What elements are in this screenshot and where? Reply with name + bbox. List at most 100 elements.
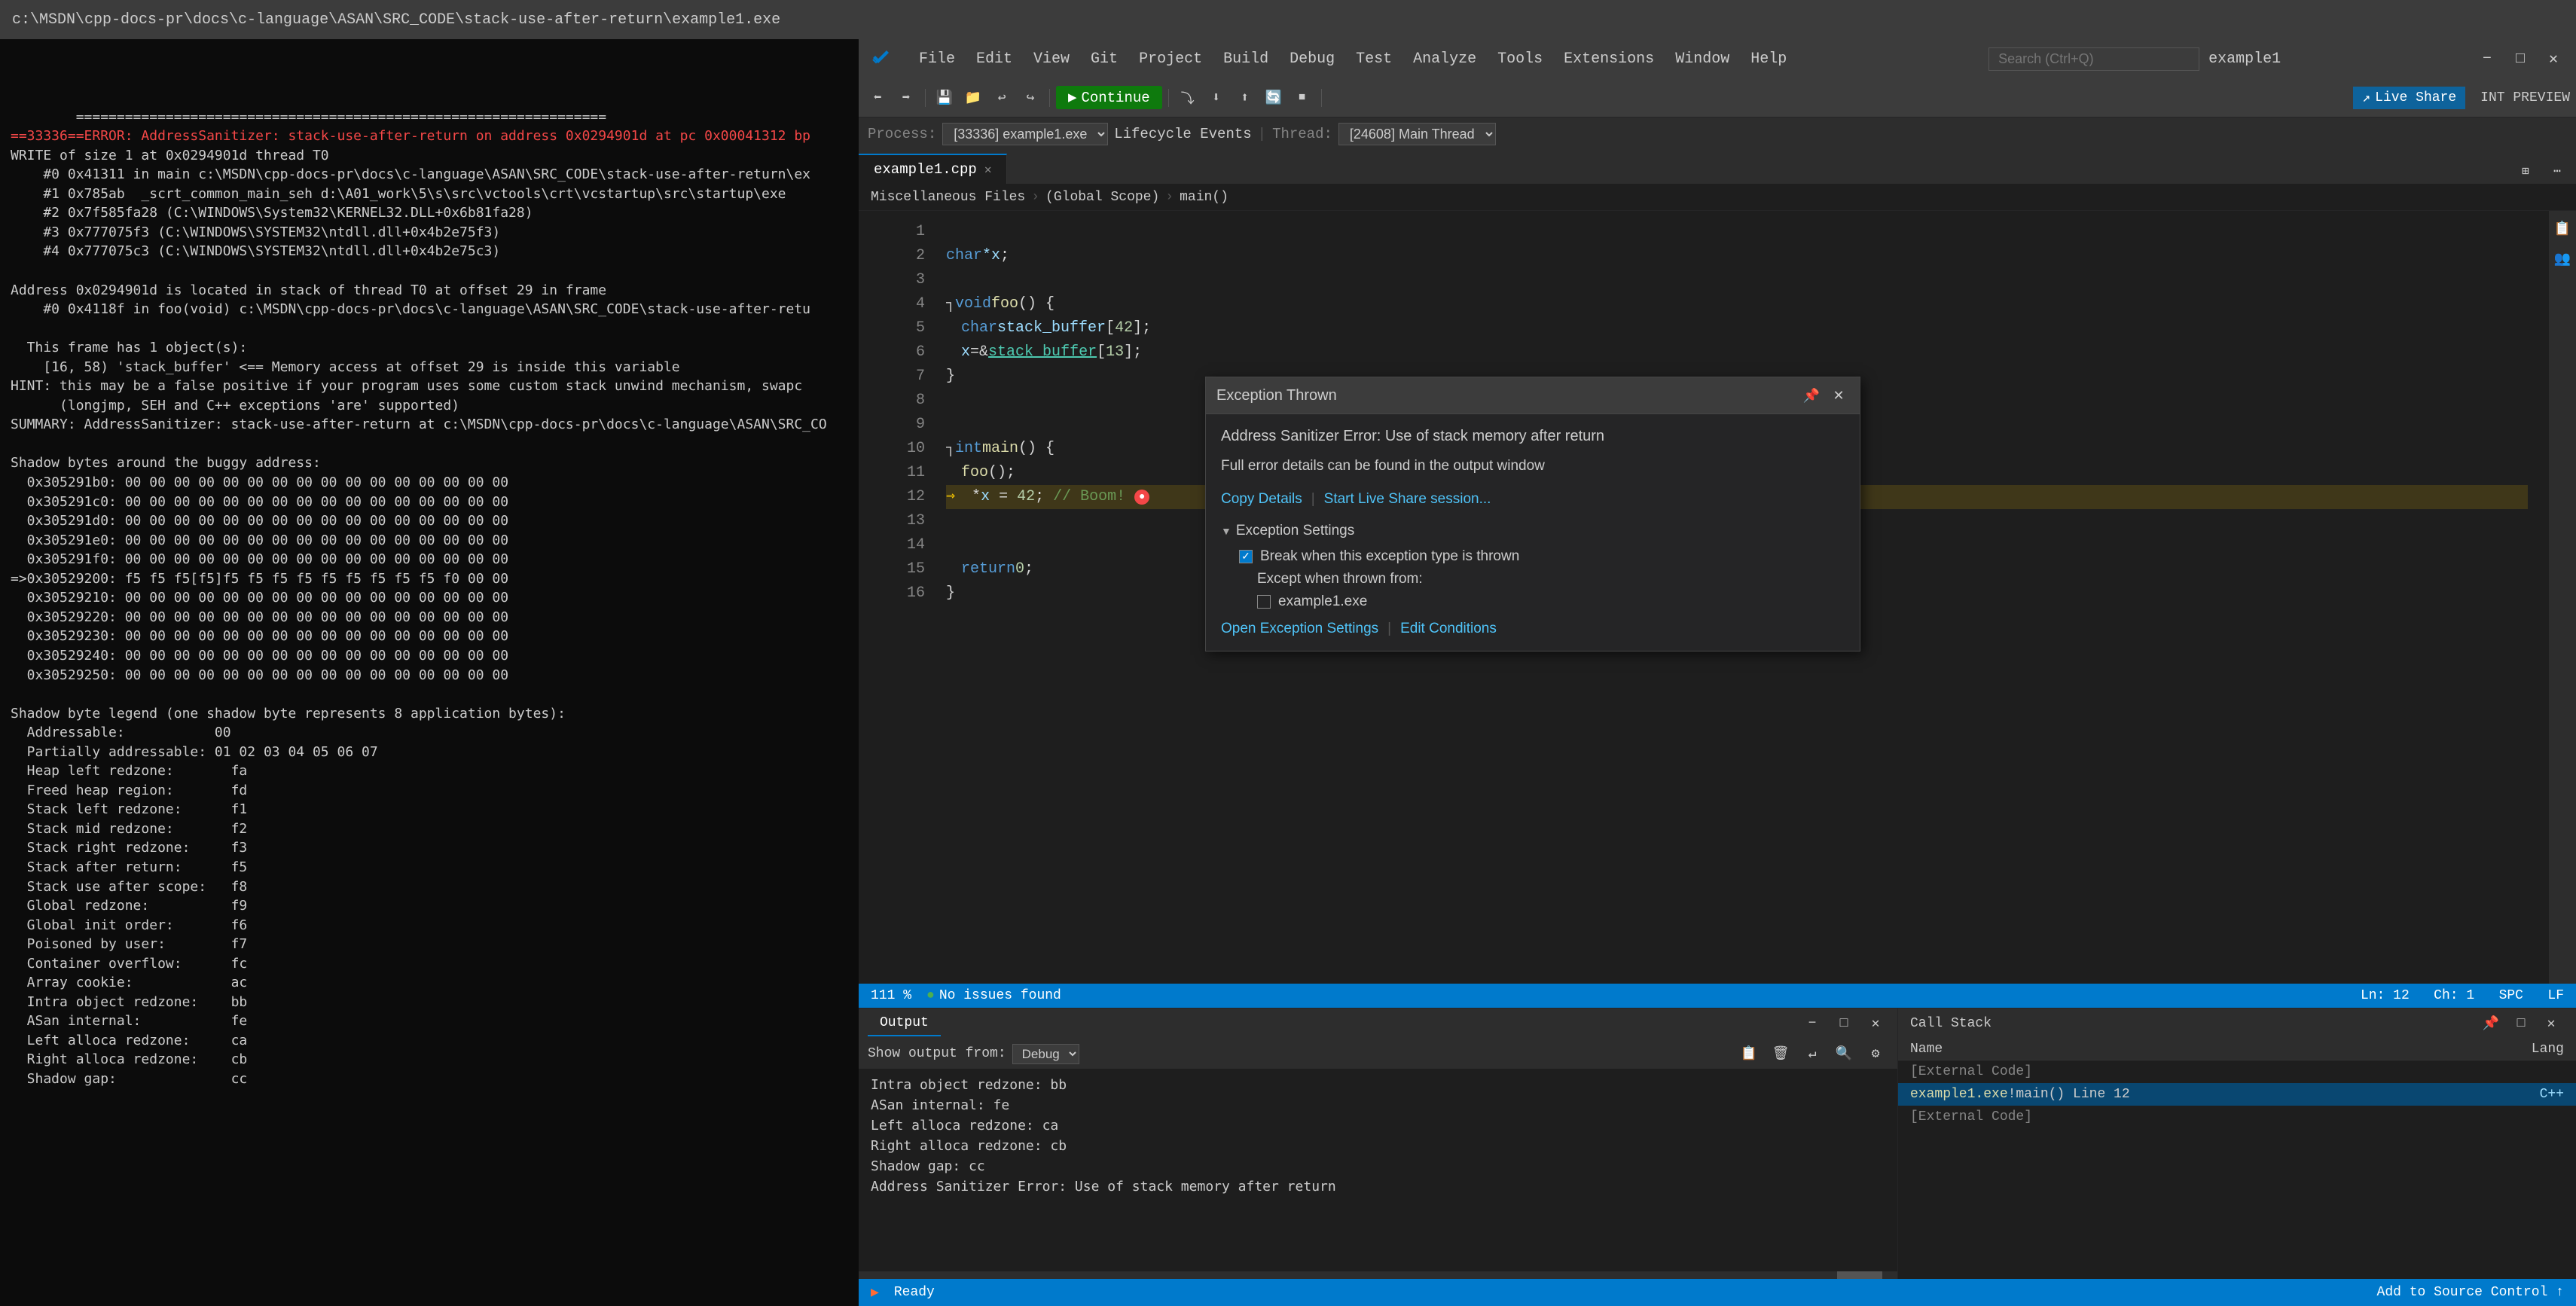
search-input[interactable]	[1988, 47, 2199, 71]
terminal-panel: ========================================…	[0, 39, 859, 1306]
code-line-1	[946, 220, 2528, 244]
debug-bar: Process: [33336] example1.exe Lifecycle …	[859, 117, 2576, 151]
popup-close-button[interactable]: ✕	[1828, 385, 1849, 406]
output-panel-tab-bar: Output − □ ✕	[859, 1008, 1897, 1039]
close-button[interactable]: ✕	[2540, 45, 2567, 72]
tab-close-button[interactable]: ✕	[984, 162, 992, 177]
output-panel-close[interactable]: ✕	[1863, 1011, 1888, 1036]
call-stack-max[interactable]: □	[2508, 1011, 2534, 1036]
no-issues-label: No issues found	[939, 988, 1061, 1003]
cs-row-1[interactable]: example1.exe!main() Line 12 C++	[1898, 1083, 2576, 1106]
output-panel-min[interactable]: −	[1799, 1011, 1825, 1036]
break-checkbox-row: Break when this exception type is thrown	[1239, 548, 1845, 565]
output-source-dropdown[interactable]: Debug	[1012, 1044, 1079, 1064]
popup-body: Address Sanitizer Error: Use of stack me…	[1206, 414, 1860, 651]
cs-col-headers: Name Lang	[1898, 1039, 2576, 1060]
int-preview-label: INT PREVIEW	[2480, 90, 2570, 105]
debug-step-over[interactable]: ⤵	[1175, 85, 1201, 111]
tab-example1cpp[interactable]: example1.cpp ✕	[859, 154, 1007, 184]
menu-debug[interactable]: Debug	[1280, 47, 1344, 71]
toolbar-redo[interactable]: ↪	[1018, 85, 1043, 111]
breadcrumb-scope[interactable]: (Global Scope)	[1045, 190, 1159, 205]
call-stack-pin[interactable]: 📌	[2478, 1011, 2504, 1036]
popup-links-divider: |	[1311, 491, 1315, 508]
right-sidebar: 📋 👥	[2549, 211, 2576, 984]
live-share-button[interactable]: ↗ Live Share	[2353, 87, 2465, 109]
breadcrumb: Miscellaneous Files › (Global Scope) › m…	[859, 184, 2576, 211]
maximize-button[interactable]: □	[2507, 45, 2534, 72]
settings-title[interactable]: Exception Settings	[1221, 523, 1845, 539]
menu-view[interactable]: View	[1024, 47, 1079, 71]
terminal-title-text: c:\MSDN\cpp-docs-pr\docs\c-language\ASAN…	[12, 11, 780, 29]
debug-restart[interactable]: 🔄	[1261, 85, 1286, 111]
popup-pin-button[interactable]: 📌	[1801, 385, 1822, 406]
menu-window[interactable]: Window	[1666, 47, 1738, 71]
popup-title-bar: Exception Thrown 📌 ✕	[1206, 377, 1860, 414]
call-stack-close[interactable]: ✕	[2538, 1011, 2564, 1036]
call-stack-title: Call Stack	[1910, 1016, 1992, 1031]
menu-file[interactable]: File	[910, 47, 964, 71]
output-settings[interactable]: ⚙	[1863, 1041, 1888, 1066]
tab-output[interactable]: Output	[868, 1011, 941, 1036]
menu-git[interactable]: Git	[1082, 47, 1127, 71]
debug-step-into[interactable]: ⬇	[1204, 85, 1229, 111]
call-stack-header: Call Stack 📌 □ ✕	[1898, 1008, 2576, 1039]
toolbar-open[interactable]: 📁	[960, 85, 986, 111]
menu-build[interactable]: Build	[1214, 47, 1277, 71]
live-share-link[interactable]: Start Live Share session...	[1324, 491, 1491, 508]
menu-help[interactable]: Help	[1741, 47, 1796, 71]
call-stack-panel: Call Stack 📌 □ ✕ Name Lang	[1898, 1008, 2576, 1279]
menu-analyze[interactable]: Analyze	[1404, 47, 1485, 71]
debug-step-out[interactable]: ⬆	[1232, 85, 1258, 111]
menu-edit[interactable]: Edit	[967, 47, 1021, 71]
cs-row-1-lang: C++	[2489, 1087, 2564, 1102]
output-filter[interactable]: 🔍	[1831, 1041, 1857, 1066]
split-editor-button[interactable]: ⊞	[2513, 158, 2538, 184]
toolbar-undo[interactable]: ↩	[989, 85, 1015, 111]
menu-extensions[interactable]: Extensions	[1555, 47, 1663, 71]
open-exception-settings-link[interactable]: Open Exception Settings	[1221, 621, 1378, 637]
toolbar-save[interactable]: 💾	[932, 85, 957, 111]
popup-title: Exception Thrown	[1216, 387, 1337, 404]
more-actions-button[interactable]: ⋯	[2544, 158, 2570, 184]
process-dropdown[interactable]: [33336] example1.exe	[942, 123, 1108, 145]
live-share-label: Live Share	[2375, 90, 2456, 105]
debug-stop[interactable]: ⏹	[1290, 85, 1315, 111]
toolbar-btn-1[interactable]: ⬅	[865, 85, 890, 111]
example1-checkbox-row: example1.exe	[1239, 593, 1845, 610]
mini-map	[2540, 211, 2549, 984]
break-checkbox[interactable]	[1239, 550, 1253, 563]
output-copy[interactable]: 📋	[1736, 1041, 1762, 1066]
continue-button[interactable]: ▶ Continue	[1056, 86, 1162, 109]
output-error-line: Address Sanitizer Error: Use of stack me…	[871, 1176, 1885, 1197]
output-wrap[interactable]: ↵	[1799, 1041, 1825, 1066]
sidebar-team-icon[interactable]: 👥	[2550, 247, 2574, 271]
popup-links: Copy Details | Start Live Share session.…	[1221, 491, 1845, 508]
toolbar: ⬅ ➡ 💾 📁 ↩ ↪ ▶ Continue ⤵ ⬇ ⬆ 🔄 ⏹	[859, 78, 2576, 117]
output-panel-max[interactable]: □	[1831, 1011, 1857, 1036]
menu-bar: File Edit View Git Project Build Debug T…	[910, 47, 1796, 71]
ready-label: Ready	[894, 1285, 935, 1300]
example1-checkbox[interactable]	[1257, 595, 1271, 609]
output-clear[interactable]: 🗑	[1768, 1041, 1793, 1066]
sidebar-explorer-icon[interactable]: 📋	[2550, 217, 2574, 241]
vs-title-text: example1	[2208, 50, 2281, 68]
copy-details-link[interactable]: Copy Details	[1221, 491, 1302, 508]
thread-dropdown[interactable]: [24608] Main Thread	[1338, 123, 1496, 145]
continue-icon: ▶	[1068, 89, 1076, 106]
output-scrollbar[interactable]	[859, 1271, 1897, 1279]
cs-row-0[interactable]: [External Code]	[1898, 1060, 2576, 1083]
add-source-control[interactable]: Add to Source Control ↑	[2377, 1285, 2564, 1300]
cs-row-0-name: [External Code]	[1910, 1064, 2489, 1079]
breadcrumb-function[interactable]: main()	[1180, 190, 1228, 205]
breadcrumb-folder[interactable]: Miscellaneous Files	[871, 190, 1025, 205]
edit-conditions-link[interactable]: Edit Conditions	[1400, 621, 1497, 637]
menu-project[interactable]: Project	[1130, 47, 1211, 71]
cs-col-lang-header: Lang	[2489, 1042, 2564, 1057]
menu-tools[interactable]: Tools	[1488, 47, 1552, 71]
code-line-2: char *x;	[946, 244, 2528, 268]
toolbar-btn-2[interactable]: ➡	[893, 85, 919, 111]
minimize-button[interactable]: −	[2474, 45, 2501, 72]
cs-row-2[interactable]: [External Code]	[1898, 1106, 2576, 1128]
menu-test[interactable]: Test	[1347, 47, 1401, 71]
